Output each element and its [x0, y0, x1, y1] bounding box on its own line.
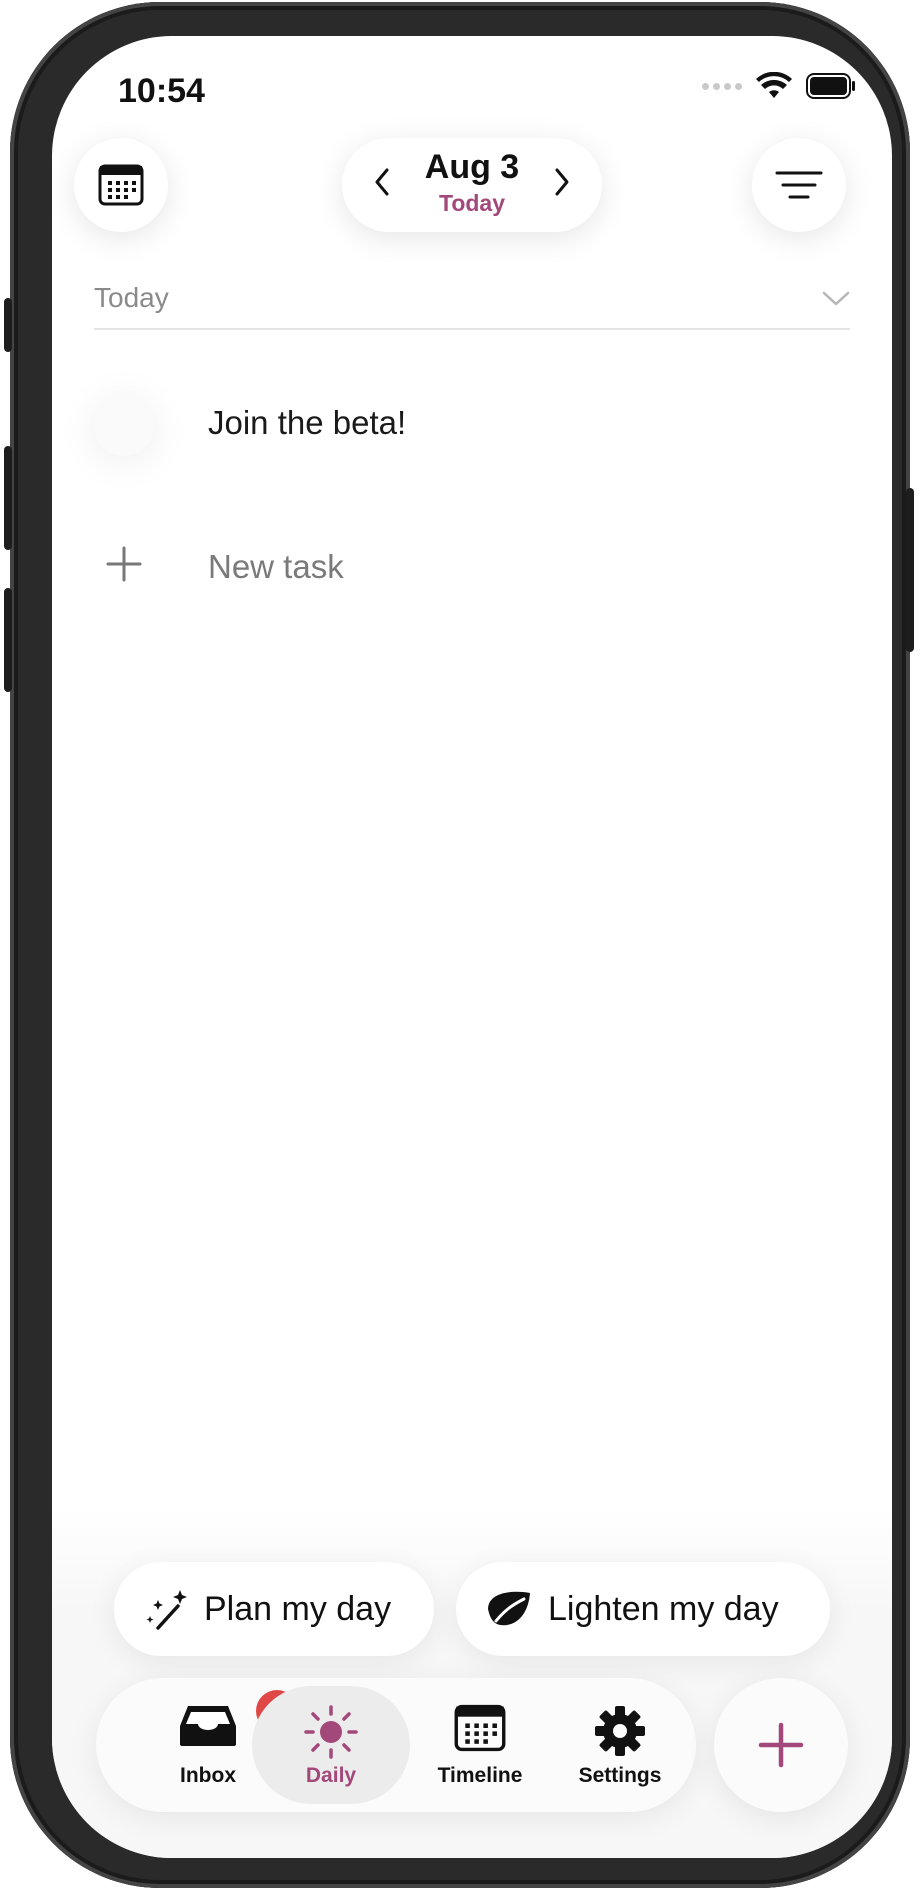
lighten-my-day-label: Lighten my day [548, 1589, 779, 1628]
volume-up-button [4, 446, 12, 550]
status-time: 10:54 [118, 72, 205, 110]
plan-my-day-label: Plan my day [204, 1589, 392, 1628]
mute-switch [4, 298, 12, 352]
calendar-icon [98, 164, 144, 206]
status-icons [702, 72, 856, 100]
task-title: Join the beta! [208, 404, 407, 441]
new-task-row[interactable]: New task [94, 530, 850, 600]
tab-bar: Inbox 2 Daily [96, 1678, 696, 1812]
calendar-icon [454, 1704, 506, 1752]
task-checkbox[interactable] [94, 396, 154, 456]
tab-settings-label: Settings [578, 1764, 662, 1787]
signal-icon [702, 82, 742, 90]
gear-icon [595, 1706, 645, 1756]
section-header-today[interactable]: Today [94, 272, 850, 330]
tab-timeline[interactable]: Timeline [410, 1678, 550, 1812]
lighten-my-day-button[interactable]: Lighten my day [456, 1562, 830, 1656]
new-task-placeholder: New task [208, 548, 344, 585]
magic-wand-icon [146, 1590, 187, 1630]
chevron-down-icon[interactable] [822, 290, 850, 308]
add-task-button[interactable] [714, 1678, 848, 1812]
leaf-icon [488, 1591, 530, 1626]
volume-down-button [4, 588, 12, 692]
power-button [906, 488, 914, 652]
wifi-icon [756, 72, 792, 98]
plan-my-day-button[interactable]: Plan my day [114, 1562, 434, 1656]
filter-button[interactable] [752, 138, 846, 232]
section-label: Today [94, 282, 169, 313]
plus-icon [106, 546, 142, 582]
battery-icon [806, 73, 855, 99]
tab-settings[interactable]: Settings [550, 1678, 690, 1812]
tab-daily-label: Daily [305, 1764, 357, 1787]
calendar-button[interactable] [74, 138, 168, 232]
date-switcher: Aug 3 Today [342, 138, 602, 232]
filter-icon [775, 171, 823, 199]
device-frame: 10:54 Aug 3 Today Today Join the beta! N… [4, 2, 914, 1888]
tab-daily[interactable]: Daily [252, 1678, 410, 1812]
sun-icon [304, 1705, 358, 1759]
plus-icon [758, 1722, 804, 1768]
tab-timeline-label: Timeline [437, 1764, 523, 1787]
app-screen: 10:54 Aug 3 Today Today Join the beta! N… [52, 36, 892, 1858]
task-row[interactable]: Join the beta! [94, 386, 850, 478]
chevron-right-icon[interactable] [552, 166, 572, 198]
inbox-icon [180, 1706, 236, 1746]
